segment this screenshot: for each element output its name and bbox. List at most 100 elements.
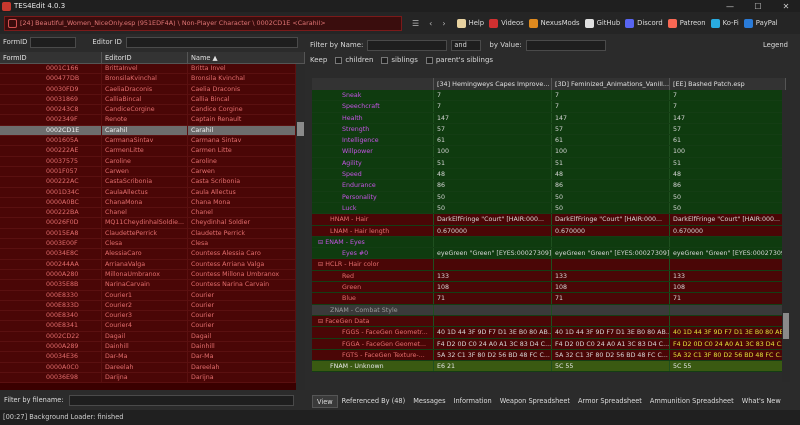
- record-field-row[interactable]: Willpower 100 100 100: [312, 146, 786, 158]
- record-field-row[interactable]: Intelligence 61 61 61: [312, 135, 786, 147]
- table-row[interactable]: 00035E8B NarinaCarvain Countess Narina Car…: [0, 280, 296, 291]
- record-view-scrollbar[interactable]: [782, 90, 790, 382]
- keep-parents-checkbox[interactable]: [425, 56, 433, 64]
- tab-messages[interactable]: Messages: [409, 395, 449, 408]
- table-row[interactable]: 000E8340 Courier3 Courier: [0, 311, 296, 322]
- table-row[interactable]: 000E8330 Courier1 Courier: [0, 290, 296, 301]
- table-row[interactable]: 0001C166 BrittaInvel Britta Invel: [0, 64, 296, 75]
- tab-ammunition-spreadsheet[interactable]: Ammunition Spreadsheet: [646, 395, 738, 408]
- table-row[interactable]: 0002CD1E Carahil Carahil: [0, 125, 296, 137]
- tab-information[interactable]: Information: [450, 395, 496, 408]
- tab-referenced-by-48[interactable]: Referenced By (48): [338, 395, 410, 408]
- scrollbar-thumb[interactable]: [297, 122, 304, 136]
- close-button[interactable]: ✕: [772, 2, 800, 11]
- and-select[interactable]: and: [451, 39, 482, 51]
- tab-what-s-new[interactable]: What's New: [738, 395, 785, 408]
- filter-name-input[interactable]: [367, 39, 448, 51]
- table-row[interactable]: 0002CD22 Dagail Dagail: [0, 331, 296, 343]
- minimize-button[interactable]: —: [716, 2, 744, 11]
- record-field-row[interactable]: FGGS - FaceGen Geometr... 40 1D 44 3F 9D …: [312, 327, 786, 339]
- table-row[interactable]: 00034E8C AlessiaCaro Countess Alessia Caro: [0, 249, 296, 260]
- maximize-button[interactable]: ☐: [744, 2, 772, 11]
- record-field-row[interactable]: Strength 57 57 57: [312, 123, 786, 136]
- record-field-row[interactable]: FGTS - FaceGen Texture-... 5A 32 C1 3F 80…: [312, 349, 786, 362]
- link-help[interactable]: Help: [456, 18, 484, 28]
- table-row[interactable]: 0000A280 MillonaUmbranox Countess Millona …: [0, 269, 296, 281]
- table-row[interactable]: 0002349F Renote Captain Renault: [0, 115, 296, 126]
- table-row[interactable]: 00026F0D MQ11CheydinhalSoldie... Cheydinha…: [0, 218, 296, 229]
- link-videos[interactable]: Videos: [489, 18, 524, 28]
- record-field-row[interactable]: ⊟ FaceGen Data: [312, 315, 786, 328]
- record-field-row[interactable]: FGGA - FaceGen Geomet... F4 D2 0D C0 24 A…: [312, 338, 786, 350]
- record-field-row[interactable]: ⊟ HCLR - Hair color: [312, 259, 786, 271]
- table-row[interactable]: 0000A0BC ChanaMona Chana Mona: [0, 197, 296, 209]
- column-plugin-2[interactable]: [3D] Feminized_Animations_Vanill...: [552, 78, 670, 90]
- back-button[interactable]: ‹: [429, 19, 432, 28]
- table-row[interactable]: 0000A0C0 Dareelah Dareelah: [0, 362, 296, 373]
- tab-armor-spreadsheet[interactable]: Armor Spreadsheet: [574, 395, 646, 408]
- record-field-row[interactable]: ⊟ ENAM - Eyes: [312, 236, 786, 249]
- column-plugin-1[interactable]: [34] Hemingweys Capes Improve...: [434, 78, 552, 90]
- tab-weapon-spreadsheet[interactable]: Weapon Spreadsheet: [496, 395, 574, 408]
- record-field-row[interactable]: Green 108 108 108: [312, 282, 786, 294]
- table-row[interactable]: 00034E36 Dar-Ma Dar-Ma: [0, 352, 296, 363]
- link-patreon[interactable]: Patreon: [667, 18, 706, 28]
- table-row[interactable]: 00030FD9 CaeliaDraconis Caelia Draconis: [0, 84, 296, 95]
- link-ko-fi[interactable]: Ko-Fi: [710, 18, 739, 28]
- by-value-input[interactable]: [525, 39, 606, 51]
- record-field-row[interactable]: Red 133 133 133: [312, 270, 786, 283]
- column-name[interactable]: Name ▲: [188, 52, 305, 63]
- record-field-row[interactable]: Sneak 7 7 7: [312, 90, 786, 102]
- table-row[interactable]: 00037575 Caroline Caroline: [0, 156, 296, 167]
- record-field-row[interactable]: Eyes #0 eyeGreen "Green" [EYES:00027309] e…: [312, 248, 786, 260]
- record-field-row[interactable]: Endurance 86 86 86: [312, 180, 786, 192]
- legend-button[interactable]: Legend: [763, 41, 788, 49]
- link-paypal[interactable]: PayPal: [743, 18, 778, 28]
- table-row[interactable]: 00036E98 Darijna Darijna: [0, 372, 296, 384]
- link-discord[interactable]: Discord: [625, 18, 663, 28]
- formid-input[interactable]: [30, 36, 77, 48]
- keep-children-checkbox[interactable]: [335, 56, 343, 64]
- record-path-bar[interactable]: [24] Beautiful_Women_NiceOnly.esp (951ED…: [4, 15, 402, 31]
- forward-button[interactable]: ›: [442, 19, 445, 28]
- tab-view[interactable]: View: [312, 395, 338, 408]
- table-row[interactable]: 000E833D Courier2 Courier: [0, 300, 296, 312]
- table-row[interactable]: 000244AA ArrianaValga Countess Arriana Val…: [0, 259, 296, 270]
- record-field-row[interactable]: Speed 48 48 48: [312, 169, 786, 181]
- record-field-row[interactable]: Agility 51 51 51: [312, 157, 786, 170]
- filename-filter-input[interactable]: [68, 394, 294, 406]
- table-row[interactable]: 000222AC CastaScribonia Casta Scribonia: [0, 177, 296, 188]
- record-field-row[interactable]: FNAM - Unknown E6 21 5C 55 5C 55: [312, 361, 786, 373]
- menu-icon[interactable]: ☰: [412, 19, 419, 28]
- table-row[interactable]: 00015EA8 ClaudettePerrick Claudette Perric…: [0, 228, 296, 240]
- editorid-input[interactable]: [125, 36, 298, 48]
- column-formid[interactable]: FormID: [0, 52, 102, 63]
- column-plugin-3[interactable]: [EE] Bashed Patch.esp: [670, 78, 786, 90]
- record-field-row[interactable]: Luck 50 50 50: [312, 202, 786, 215]
- link-nexusmods[interactable]: NexusMods: [528, 18, 580, 28]
- record-field-row[interactable]: ZNAM - Combat Style: [312, 304, 786, 316]
- record-field-row[interactable]: Speechcraft 7 7 7: [312, 101, 786, 113]
- table-row[interactable]: 0000A289 Dainhill Dainhill: [0, 342, 296, 353]
- scrollbar-thumb[interactable]: [783, 313, 789, 339]
- link-github[interactable]: GitHub: [584, 18, 620, 28]
- record-field-row[interactable]: Personality 50 50 50: [312, 191, 786, 203]
- record-list-scrollbar[interactable]: [296, 64, 305, 390]
- formid-cell: 0000A280: [0, 269, 102, 280]
- record-field-row[interactable]: Blue 71 71 71: [312, 293, 786, 305]
- table-row[interactable]: 000222AE CarmenLitte Carmen Litte: [0, 146, 296, 157]
- table-row[interactable]: 000222BA Chanel Chanel: [0, 208, 296, 219]
- keep-siblings-checkbox[interactable]: [381, 56, 389, 64]
- table-row[interactable]: 0003E00F Clesa Clesa: [0, 239, 296, 250]
- table-row[interactable]: 00031869 CalliaBincal Callia Bincal: [0, 94, 296, 106]
- table-row[interactable]: 000243C8 CandiceCorgine Candice Corgine: [0, 105, 296, 116]
- table-row[interactable]: 0001D34C CaulaAllectus Caula Allectus: [0, 187, 296, 198]
- record-field-row[interactable]: HNAM - Hair DarkElfFringe "Court" [HAIR:0…: [312, 214, 786, 226]
- table-row[interactable]: 0001605A CarmanaSintav Carmana Sintav: [0, 136, 296, 147]
- table-row[interactable]: 000477DB BronsilaKvinchal Bronsila Kvincha…: [0, 74, 296, 85]
- table-row[interactable]: 0001F057 Carwen Carwen: [0, 166, 296, 178]
- record-field-row[interactable]: LNAM - Hair length 0.670000 0.670000 0.6700…: [312, 225, 786, 237]
- table-row[interactable]: 000E8341 Courier4 Courier: [0, 321, 296, 332]
- record-field-row[interactable]: Health 147 147 147: [312, 112, 786, 124]
- column-editorid[interactable]: EditorID: [102, 52, 188, 63]
